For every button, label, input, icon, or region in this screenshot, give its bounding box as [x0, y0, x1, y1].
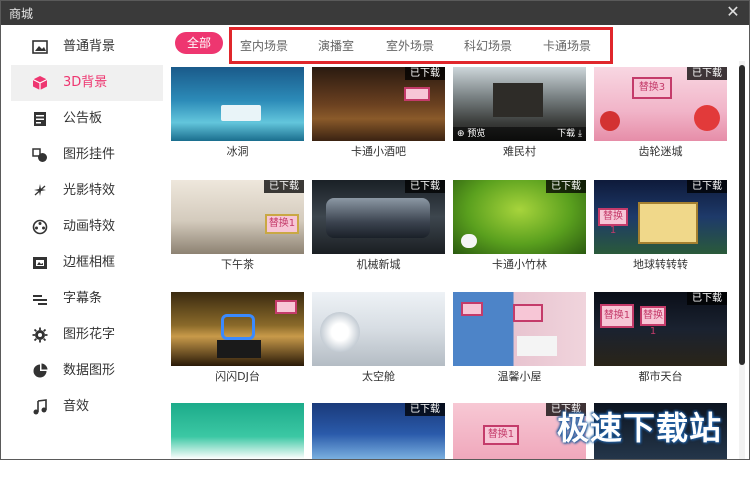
sidebar-item-label: 音效: [63, 399, 90, 414]
scene-card-city-rooftop[interactable]: 替换1 替换1 已下载 都市天台: [594, 292, 727, 390]
sidebar-item-label: 普通背景: [63, 39, 116, 54]
scene-thumbnail: 已下载: [312, 67, 445, 141]
sidebar-item-label: 图形花字: [63, 327, 116, 342]
category-sidebar: 普通背景 3D背景 公告板 图形挂件 光影特效 动画特效 边框相框 字幕条 图形…: [11, 25, 163, 459]
downloaded-badge: 已下载: [687, 67, 727, 80]
cube-icon: [32, 76, 48, 90]
sidebar-item-label: 字幕条: [63, 291, 103, 306]
film-reel-icon: [32, 219, 48, 235]
sidebar-item-normal-background[interactable]: 普通背景: [11, 29, 163, 65]
scene-caption: 闪闪DJ台: [215, 370, 260, 383]
sidebar-item-label: 公告板: [63, 111, 103, 126]
scene-caption: 下午茶: [221, 258, 254, 271]
pie-chart-icon: [33, 363, 48, 378]
sidebar-item-animation-effects[interactable]: 动画特效: [11, 209, 163, 245]
gear-text-icon: [32, 327, 48, 343]
scene-caption: 难民村: [503, 145, 536, 158]
scene-card-gear-city[interactable]: 替换3 已下载 齿轮迷城: [594, 67, 727, 165]
scene-card-space-capsule[interactable]: 太空舱: [312, 292, 445, 390]
sidebar-item-light-effects[interactable]: 光影特效: [11, 173, 163, 209]
scene-thumbnail: [312, 292, 445, 366]
title-bar: 商城 ✕: [1, 1, 749, 25]
scene-thumbnail: [171, 292, 304, 366]
scene-thumbnail: 替换1 已下载: [594, 180, 727, 254]
music-note-icon: [33, 399, 47, 415]
sidebar-item-data-graphics[interactable]: 数据图形: [11, 353, 163, 389]
sidebar-item-3d-background[interactable]: 3D背景: [11, 65, 163, 101]
scene-card-cozy-room[interactable]: 温馨小屋: [453, 292, 586, 390]
scene-thumbnail: 替换1 已下载: [171, 180, 304, 254]
tab-cartoon[interactable]: 卡通场景: [543, 39, 591, 53]
scene-caption: 冰洞: [226, 145, 249, 158]
hover-action-bar: ⊕ 预览 下载 ⤓: [453, 127, 586, 141]
scene-card-cartoon-bar[interactable]: 已下载 卡通小酒吧: [312, 67, 445, 165]
scene-caption: 齿轮迷城: [638, 145, 683, 158]
scene-thumbnail: ⊕ 预览 下载 ⤓: [453, 67, 586, 141]
tab-indoor[interactable]: 室内场景: [240, 39, 288, 53]
watermark-text: 极速下载站: [557, 409, 723, 447]
scene-card-dj-stage[interactable]: 闪闪DJ台: [171, 292, 304, 390]
scene-card-refugee-village[interactable]: ⊕ 预览 下载 ⤓ 难民村: [453, 67, 586, 165]
sidebar-item-frames[interactable]: 边框相框: [11, 245, 163, 281]
scene-card-afternoon-tea[interactable]: 替换1 已下载 下午茶: [171, 180, 304, 278]
scene-thumbnail: [453, 292, 586, 366]
close-icon[interactable]: ✕: [723, 2, 743, 22]
tab-studio[interactable]: 演播室: [318, 39, 354, 53]
scene-caption: 机械新城: [356, 258, 401, 271]
sparkle-icon: [34, 184, 46, 196]
scene-card-ice-cave[interactable]: 冰洞: [171, 67, 304, 165]
scene-card-cartoon-bamboo[interactable]: 已下载 卡通小竹林: [453, 180, 586, 278]
scene-thumbnail: 替换3 已下载: [594, 67, 727, 141]
sidebar-item-label: 图形挂件: [63, 147, 116, 162]
scene-card-globe-spin[interactable]: 替换1 已下载 地球转转转: [594, 180, 727, 278]
shapes-icon: [32, 148, 47, 162]
window-title: 商城: [9, 7, 34, 21]
scene-thumbnail: 已下载: [453, 180, 586, 254]
downloaded-badge: 已下载: [405, 67, 445, 80]
scrollbar-thumb[interactable]: [739, 65, 745, 365]
scene-card-row4-2[interactable]: 已下载: [312, 403, 445, 501]
scene-caption: 卡通小酒吧: [351, 145, 406, 158]
scene-caption: 温馨小屋: [497, 370, 542, 383]
board-icon: [34, 112, 46, 126]
scene-thumbnail: [171, 403, 304, 459]
downloaded-badge: 已下载: [264, 180, 304, 193]
sidebar-item-shape-widgets[interactable]: 图形挂件: [11, 137, 163, 173]
scene-caption: 卡通小竹林: [492, 258, 547, 271]
sidebar-item-label: 数据图形: [63, 363, 116, 378]
scene-caption: 都市天台: [638, 370, 683, 383]
downloaded-badge: 已下载: [546, 180, 586, 193]
sidebar-item-label: 光影特效: [63, 183, 116, 198]
scene-thumbnail: 已下载: [312, 180, 445, 254]
scene-caption: 太空舱: [362, 370, 395, 383]
scene-card-mech-city[interactable]: 已下载 机械新城: [312, 180, 445, 278]
frame-icon: [33, 257, 47, 269]
subtitle-icon: [33, 295, 47, 305]
sidebar-item-label: 动画特效: [63, 219, 116, 234]
image-icon: [32, 40, 48, 54]
sidebar-item-sound-effects[interactable]: 音效: [11, 389, 163, 425]
vertical-scrollbar[interactable]: [739, 61, 745, 459]
downloaded-badge: 已下载: [687, 292, 727, 305]
sidebar-item-bulletin-board[interactable]: 公告板: [11, 101, 163, 137]
scene-filter-tabs: 室内场景 演播室 室外场景 科幻场景 卡通场景: [229, 27, 613, 64]
scene-card-row4-1[interactable]: [171, 403, 304, 501]
tab-outdoor[interactable]: 室外场景: [386, 39, 434, 53]
sidebar-item-label: 边框相框: [63, 255, 116, 270]
sidebar-item-graphic-text[interactable]: 图形花字: [11, 317, 163, 353]
scene-thumbnail: 替换1 替换1 已下载: [594, 292, 727, 366]
sidebar-item-label: 3D背景: [63, 75, 108, 90]
scene-thumbnail: [171, 67, 304, 141]
downloaded-badge: 已下载: [405, 180, 445, 193]
filter-all-button[interactable]: 全部: [175, 32, 223, 54]
scene-thumbnail: 已下载: [312, 403, 445, 459]
shop-window: 商城 ✕ 普通背景 3D背景 公告板 图形挂件 光影特效 动画特效 边框相框 字…: [0, 0, 750, 460]
download-button[interactable]: 下载 ⤓: [557, 127, 582, 141]
scene-caption: 地球转转转: [633, 258, 688, 271]
downloaded-badge: 已下载: [405, 403, 445, 416]
preview-button[interactable]: ⊕ 预览: [457, 127, 485, 141]
sidebar-item-subtitle-bar[interactable]: 字幕条: [11, 281, 163, 317]
downloaded-badge: 已下载: [687, 180, 727, 193]
tab-scifi[interactable]: 科幻场景: [464, 39, 512, 53]
